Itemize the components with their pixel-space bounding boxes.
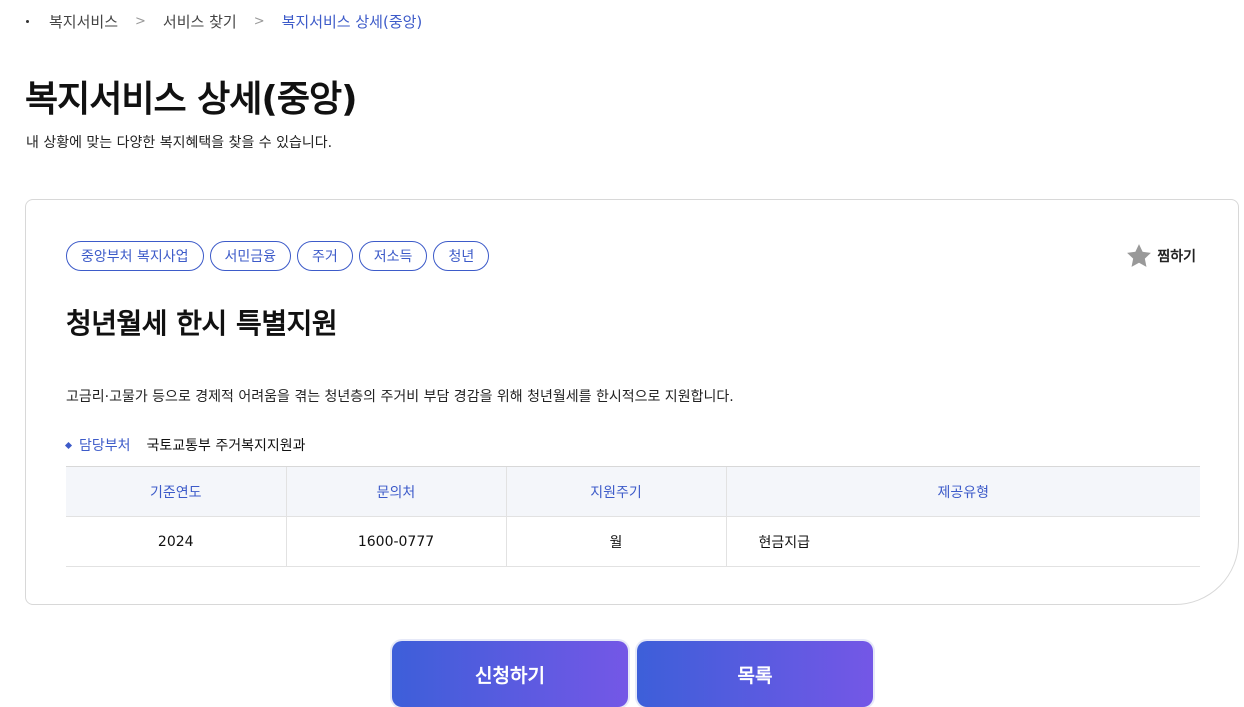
tag-housing[interactable]: 주거 — [297, 241, 353, 271]
table-cell-type: 현금지급 — [725, 516, 1200, 567]
department-label: 담당부처 — [79, 438, 131, 454]
favorite-button[interactable]: 찜하기 — [1125, 242, 1196, 270]
breadcrumb-item-find[interactable]: 서비스 찾기 — [163, 11, 237, 32]
chevron-right-icon: > — [253, 13, 265, 29]
breadcrumb-item-welfare[interactable]: 복지서비스 — [49, 11, 118, 32]
tag-list: 중앙부처 복지사업 서민금융 주거 저소득 청년 — [66, 241, 490, 271]
service-info-table: 기준연도 문의처 지원주기 제공유형 2024 1600-0777 월 현금지급 — [66, 466, 1200, 567]
service-title: 청년월세 한시 특별지원 — [66, 307, 338, 340]
page-title: 복지서비스 상세(중앙) — [25, 79, 358, 120]
table-cell-contact: 1600-0777 — [285, 516, 506, 567]
favorite-label: 찜하기 — [1157, 249, 1196, 265]
chevron-right-icon: > — [135, 13, 146, 29]
breadcrumb-item-current: 복지서비스 상세(중앙) — [281, 12, 423, 31]
table-header-year: 기준연도 — [66, 466, 286, 517]
page-description: 내 상황에 맞는 다양한 복지혜택을 찾을 수 있습니다. — [26, 135, 333, 151]
list-button[interactable]: 목록 — [637, 641, 873, 707]
table-cell-year: 2024 — [66, 516, 286, 567]
service-card: 중앙부처 복지사업 서민금융 주거 저소득 청년 찜하기 청년월세 한시 특별지… — [25, 199, 1239, 605]
apply-button[interactable]: 신청하기 — [392, 641, 628, 707]
tag-youth[interactable]: 청년 — [433, 241, 490, 271]
table-cell-cycle: 월 — [505, 516, 726, 567]
service-description: 고금리·고물가 등으로 경제적 어려움을 겪는 청년층의 주거비 부담 경감을 … — [66, 389, 734, 405]
tag-low-income[interactable]: 저소득 — [358, 241, 428, 271]
diamond-bullet-icon — [64, 441, 73, 449]
star-icon — [1127, 244, 1152, 267]
home-dot-icon — [26, 19, 29, 23]
table-header-cycle: 지원주기 — [505, 466, 726, 517]
tag-central-ministry[interactable]: 중앙부처 복지사업 — [66, 241, 204, 271]
table-header-type: 제공유형 — [725, 466, 1200, 517]
table-row: 2024 1600-0777 월 현금지급 — [66, 516, 1200, 567]
department-info: 담당부처 국토교통부 주거복지지원과 — [64, 435, 306, 455]
tag-finance[interactable]: 서민금융 — [209, 241, 292, 271]
breadcrumb: 복지서비스 > 서비스 찾기 > 복지서비스 상세(중앙) — [26, 10, 422, 32]
table-header-contact: 문의처 — [285, 466, 506, 517]
table-header-row: 기준연도 문의처 지원주기 제공유형 — [66, 466, 1200, 517]
department-value: 국토교통부 주거복지지원과 — [146, 438, 306, 454]
